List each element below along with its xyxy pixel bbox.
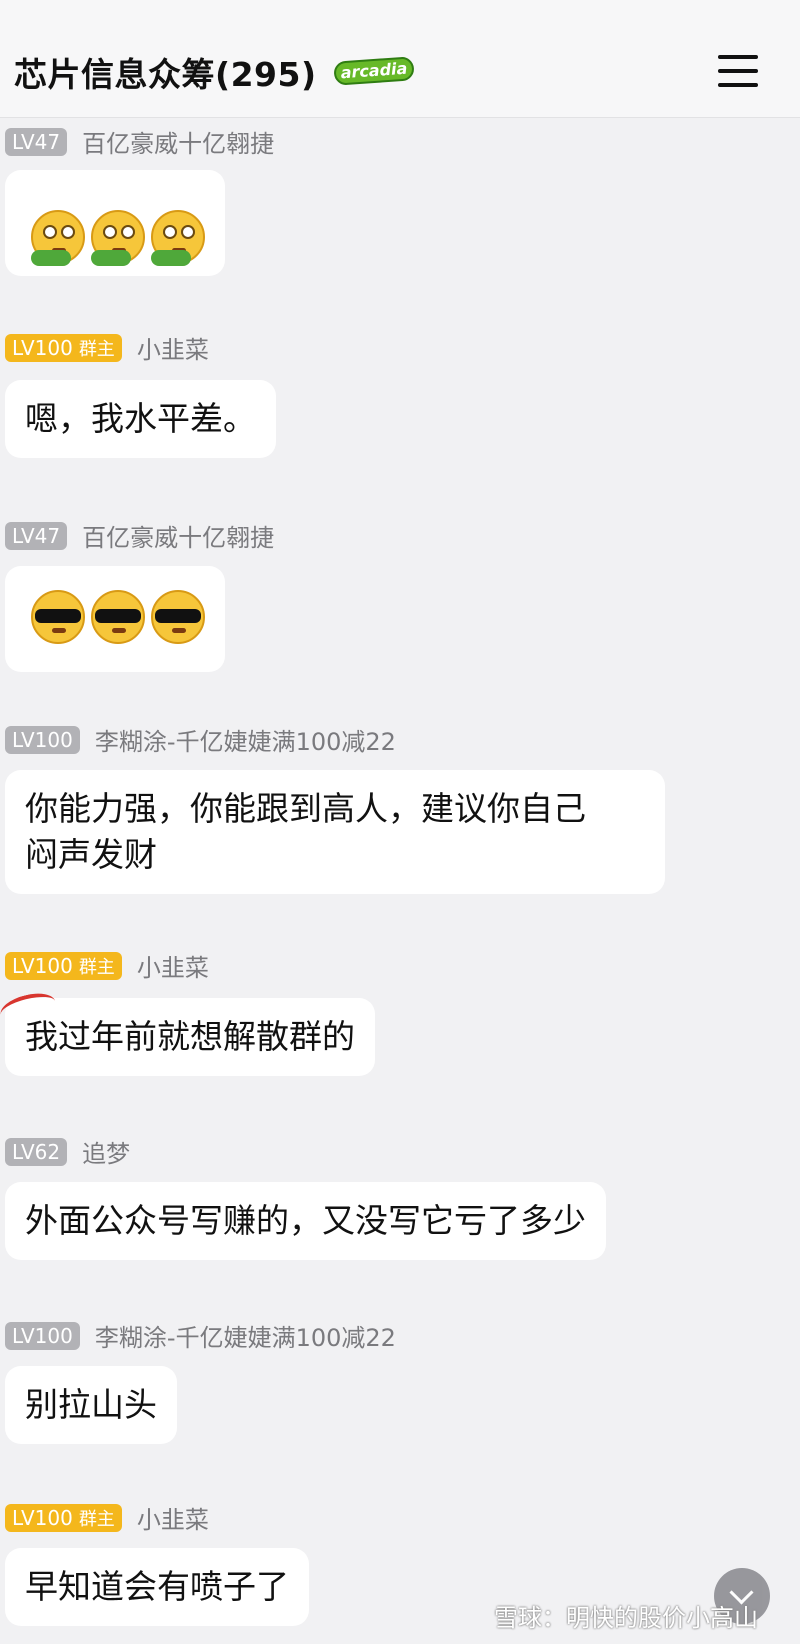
worried-emoji-icon	[151, 210, 205, 266]
level-badge: LV100	[5, 725, 80, 754]
sender-meta: LV100 群主 小韭菜	[5, 948, 209, 982]
message-bubble[interactable]	[5, 170, 225, 276]
message-bubble[interactable]: 嗯，我水平差。	[5, 380, 276, 458]
sender-name[interactable]: 李糊涂-千亿婕婕满100减22	[95, 722, 396, 757]
sender-meta: LV100 群主 小韭菜	[5, 330, 209, 364]
sender-meta: LV100 李糊涂-千亿婕婕满100减22	[5, 722, 396, 756]
level-badge: LV62	[5, 1137, 68, 1166]
sender-meta: LV100 李糊涂-千亿婕婕满100减22	[5, 1318, 396, 1352]
arcadia-logo: arcadia	[333, 56, 415, 86]
sender-name[interactable]: 追梦	[82, 1134, 130, 1169]
message-text: 早知道会有喷子了	[25, 1567, 289, 1606]
level-badge: LV47	[5, 521, 68, 550]
message-bubble[interactable]: 别拉山头	[5, 1366, 177, 1444]
sender-name[interactable]: 小韭菜	[137, 1500, 209, 1535]
sender-meta: LV100 群主 小韭菜	[5, 1500, 209, 1534]
message-text: 嗯，我水平差。	[25, 399, 256, 438]
message-text: 我过年前就想解散群的	[25, 1017, 355, 1056]
message-bubble[interactable]: 你能力强，你能跟到高人，建议你自己 闷声发财	[5, 770, 665, 894]
level-badge: LV100 群主	[5, 333, 122, 362]
group-title: 芯片信息众筹(295)	[14, 55, 317, 94]
message-text: 外面公众号写赚的，又没写它亏了多少	[25, 1201, 586, 1240]
sender-meta: LV47 百亿豪威十亿翱捷	[5, 518, 274, 552]
worried-emoji-icon	[91, 210, 145, 266]
level-badge: LV47	[5, 127, 68, 156]
level-badge: LV100	[5, 1321, 80, 1350]
sunglasses-emoji-icon	[151, 590, 205, 644]
hamburger-menu-icon[interactable]	[718, 53, 760, 89]
sunglasses-emoji-icon	[91, 590, 145, 644]
message-text-line: 闷声发财	[25, 835, 157, 874]
level-badge: LV100 群主	[5, 951, 122, 980]
message-text-line: 你能力强，你能跟到高人，建议你自己	[25, 789, 586, 828]
sender-name[interactable]: 李糊涂-千亿婕婕满100减22	[95, 1318, 396, 1353]
sender-name[interactable]: 小韭菜	[137, 330, 209, 365]
sender-meta: LV47 百亿豪威十亿翱捷	[5, 124, 274, 158]
sender-name[interactable]: 百亿豪威十亿翱捷	[82, 518, 274, 553]
message-text: 别拉山头	[25, 1385, 157, 1424]
sender-meta: LV62 追梦	[5, 1134, 130, 1168]
sunglasses-emoji-icon	[31, 590, 85, 644]
chat-header: 芯片信息众筹(295) arcadia	[0, 0, 800, 118]
message-bubble[interactable]: 早知道会有喷子了	[5, 1548, 309, 1626]
message-bubble[interactable]: 我过年前就想解散群的	[5, 998, 375, 1076]
level-badge: LV100 群主	[5, 1503, 122, 1532]
worried-emoji-icon	[31, 210, 85, 266]
sender-name[interactable]: 小韭菜	[137, 948, 209, 983]
watermark-text: 雪球：明快的股价小高山	[494, 1604, 758, 1632]
message-bubble[interactable]	[5, 566, 225, 672]
sender-name[interactable]: 百亿豪威十亿翱捷	[82, 124, 274, 159]
message-bubble[interactable]: 外面公众号写赚的，又没写它亏了多少	[5, 1182, 606, 1260]
